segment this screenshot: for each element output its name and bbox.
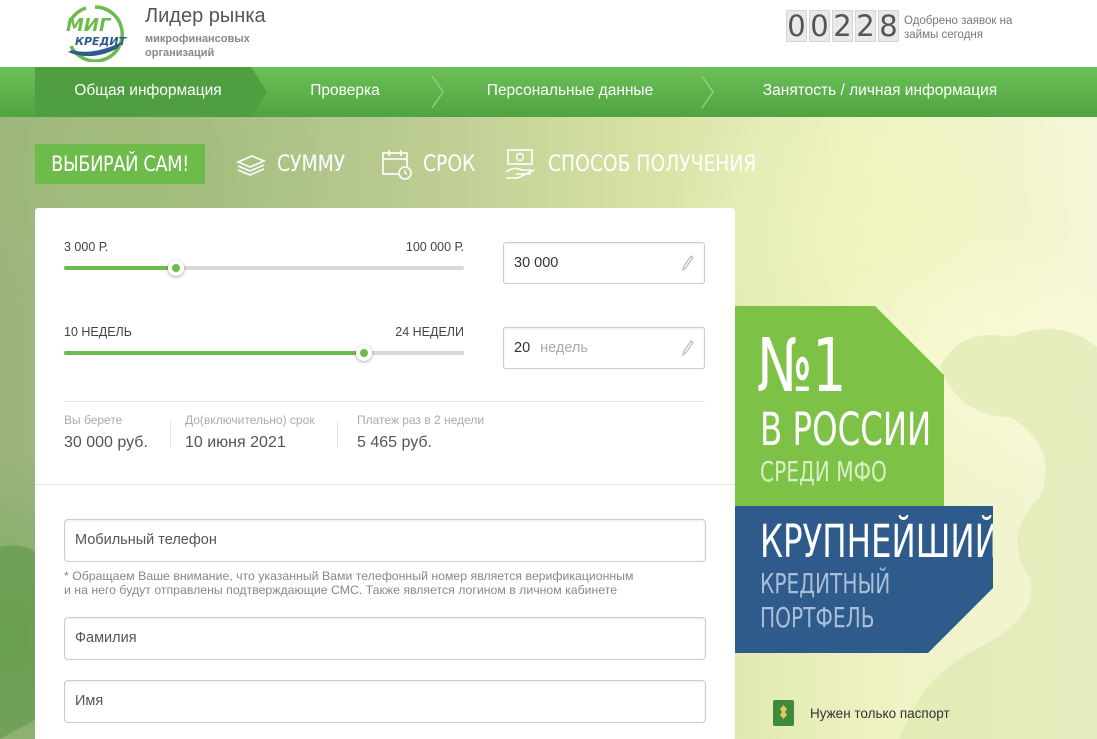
counter-digit: 0 bbox=[809, 9, 830, 43]
summary-payment-value: 5 465 руб. bbox=[357, 434, 432, 451]
choose-method-label: СПОСОБ ПОЛУЧЕНИЯ bbox=[548, 151, 757, 177]
header: МИГ КРЕДИТ Лидер рынка микрофинансовых о… bbox=[0, 0, 1097, 67]
amount-max-label: 100 000 Р. bbox=[405, 240, 464, 254]
portfolio-largest: КРУПНЕЙШИЙ bbox=[760, 515, 999, 568]
amount-slider-fill bbox=[64, 266, 176, 270]
counter-digit: 2 bbox=[832, 9, 853, 43]
counter-digit: 2 bbox=[855, 9, 876, 43]
pencil-icon bbox=[682, 340, 694, 356]
counter-digit: 0 bbox=[786, 9, 807, 43]
chevron-right-icon bbox=[701, 75, 714, 109]
choose-term[interactable]: СРОК bbox=[381, 144, 485, 184]
term-max-label: 24 НЕДЕЛИ bbox=[395, 325, 464, 339]
passport-note-text: Нужен только паспорт bbox=[810, 705, 950, 721]
term-slider-handle[interactable] bbox=[356, 345, 372, 361]
calendar-clock-icon bbox=[382, 150, 412, 180]
cash-receive-icon bbox=[505, 149, 535, 179]
summary-date-caption: До(включительно) срок bbox=[185, 413, 315, 427]
choose-yourself-button[interactable]: ВЫБИРАЙ САМ! bbox=[35, 144, 205, 184]
step-general-info[interactable]: Общая информация bbox=[35, 67, 261, 117]
portfolio-portfolio: ПОРТФЕЛЬ bbox=[760, 601, 875, 634]
rank-number: №1 bbox=[757, 323, 847, 409]
phone-note-line-1: * Обращаем Ваше внимание, что указанный … bbox=[64, 569, 634, 583]
divider bbox=[64, 401, 705, 402]
firstname-input[interactable]: Имя bbox=[64, 680, 706, 723]
step-personal-data[interactable]: Персональные данные bbox=[450, 67, 690, 117]
rank-country: В РОССИИ bbox=[760, 403, 932, 456]
migcredit-logo[interactable]: МИГ КРЕДИТ bbox=[62, 4, 128, 62]
amount-input[interactable]: 30 000 bbox=[503, 242, 705, 284]
step-verification[interactable]: Проверка bbox=[270, 67, 420, 117]
amount-slider[interactable] bbox=[64, 260, 464, 276]
amount-slider-handle[interactable] bbox=[168, 260, 184, 276]
pencil-icon bbox=[682, 255, 694, 271]
divider bbox=[337, 421, 338, 447]
summary-date-value: 10 июня 2021 bbox=[185, 434, 286, 451]
portfolio-credit: КРЕДИТНЫЙ bbox=[760, 567, 891, 600]
rank-among: СРЕДИ МФО bbox=[760, 455, 887, 488]
logo-text-top: МИГ bbox=[66, 15, 112, 36]
chevron-right-icon bbox=[431, 75, 444, 109]
summary-payment-caption: Платеж раз в 2 недели bbox=[357, 413, 485, 427]
amount-value: 30 000 bbox=[514, 255, 559, 271]
choose-sum-label: СУММУ bbox=[277, 151, 346, 177]
tagline-sub: микрофинансовых организаций bbox=[145, 33, 250, 59]
lastname-input[interactable]: Фамилия bbox=[64, 617, 706, 660]
amount-min-label: 3 000 Р. bbox=[64, 240, 109, 254]
loan-calculator-card: 3 000 Р. 100 000 Р. 30 000 10 НЕДЕЛЬ 24 … bbox=[35, 208, 735, 739]
passport-icon bbox=[773, 700, 794, 726]
money-stack-icon bbox=[235, 155, 267, 176]
phone-input[interactable]: Мобильный телефон bbox=[64, 519, 706, 562]
term-value: 20 bbox=[514, 340, 531, 356]
term-min-label: 10 НЕДЕЛЬ bbox=[64, 325, 132, 339]
hero-section: ВЫБИРАЙ САМ! СУММУ СРОК СПОСОБ ПОЛУЧЕНИЯ… bbox=[0, 117, 1097, 739]
summary-amount-value: 30 000 руб. bbox=[64, 434, 148, 451]
phone-note-line-2: и на него будут отправлены подтверждающи… bbox=[64, 583, 618, 597]
term-slider[interactable] bbox=[64, 345, 464, 361]
divider bbox=[170, 421, 171, 447]
summary-amount-caption: Вы берете bbox=[64, 413, 123, 427]
term-unit: недель bbox=[540, 340, 588, 356]
logo-text-bottom: КРЕДИТ bbox=[75, 35, 128, 48]
step-employment[interactable]: Занятость / личная информация bbox=[730, 67, 1030, 117]
approval-counter: 0 0 2 2 8 bbox=[786, 10, 899, 42]
tagline-main: Лидер рынка bbox=[145, 5, 266, 27]
counter-digit: 8 bbox=[878, 9, 899, 43]
term-input[interactable]: 20 недель bbox=[503, 327, 705, 369]
divider bbox=[35, 484, 735, 485]
passport-note: Нужен только паспорт bbox=[773, 700, 950, 726]
choose-method[interactable]: СПОСОБ ПОЛУЧЕНИЯ bbox=[504, 144, 793, 184]
steps-nav: Общая информация Проверка Персональные д… bbox=[0, 67, 1097, 117]
choose-term-label: СРОК bbox=[423, 151, 476, 177]
counter-caption: Одобрено заявок на займы сегодня bbox=[904, 15, 1013, 41]
term-slider-fill bbox=[64, 351, 364, 355]
choose-sum[interactable]: СУММУ bbox=[235, 144, 357, 184]
